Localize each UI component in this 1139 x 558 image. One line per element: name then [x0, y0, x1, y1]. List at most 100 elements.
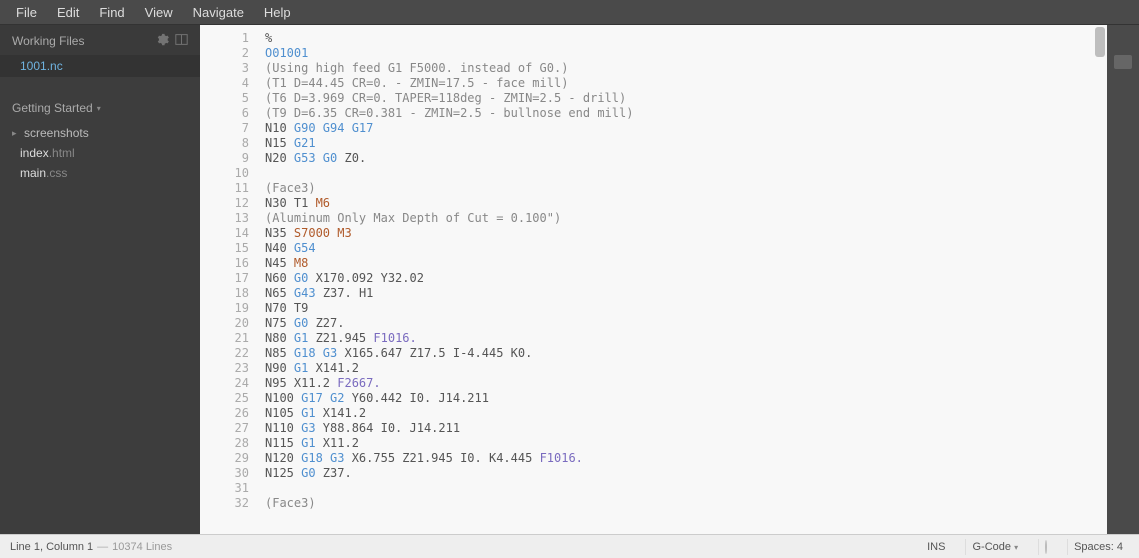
extension-gutter — [1107, 25, 1139, 534]
sidebar: Working Files 1001.nc Getting Started ▾ … — [0, 25, 200, 534]
menu-navigate[interactable]: Navigate — [183, 3, 254, 22]
menu-file[interactable]: File — [6, 3, 47, 22]
project-header[interactable]: Getting Started ▾ — [0, 91, 200, 121]
working-file-item[interactable]: 1001.nc — [0, 55, 200, 77]
menu-view[interactable]: View — [135, 3, 183, 22]
code-line[interactable]: O01001 — [265, 46, 1107, 61]
line-number: 27 — [200, 421, 249, 436]
editor[interactable]: 1234567891011121314151617181920212223242… — [200, 25, 1107, 534]
code-line[interactable]: N125 G0 Z37. — [265, 466, 1107, 481]
code-line[interactable]: N100 G17 G2 Y60.442 I0. J14.211 — [265, 391, 1107, 406]
circle-icon — [1045, 540, 1047, 554]
lint-status[interactable] — [1038, 539, 1053, 555]
working-files-header: Working Files — [0, 25, 200, 55]
code-line[interactable]: N60 G0 X170.092 Y32.02 — [265, 271, 1107, 286]
indent-mode[interactable]: Spaces: 4 — [1067, 539, 1129, 555]
line-number: 31 — [200, 481, 249, 496]
code-line[interactable] — [265, 166, 1107, 181]
code-line[interactable] — [265, 481, 1107, 496]
status-separator: — — [97, 541, 108, 553]
code-line[interactable]: (Using high feed G1 F5000. instead of G0… — [265, 61, 1107, 76]
line-number: 1 — [200, 31, 249, 46]
line-number: 10 — [200, 166, 249, 181]
line-number: 15 — [200, 241, 249, 256]
line-number: 11 — [200, 181, 249, 196]
code-line[interactable]: N95 X11.2 F2667. — [265, 376, 1107, 391]
line-number: 28 — [200, 436, 249, 451]
code-line[interactable]: N20 G53 G0 Z0. — [265, 151, 1107, 166]
folder-item[interactable]: ▸ screenshots — [0, 123, 200, 143]
line-number: 12 — [200, 196, 249, 211]
line-number: 25 — [200, 391, 249, 406]
code-line[interactable]: N85 G18 G3 X165.647 Z17.5 I-4.445 K0. — [265, 346, 1107, 361]
working-files-list: 1001.nc — [0, 55, 200, 77]
code-line[interactable]: N30 T1 M6 — [265, 196, 1107, 211]
scrollbar-thumb[interactable] — [1095, 27, 1105, 57]
gear-icon[interactable] — [156, 33, 169, 49]
line-number: 19 — [200, 301, 249, 316]
code-area[interactable]: %O01001(Using high feed G1 F5000. instea… — [255, 25, 1107, 534]
code-line[interactable]: N40 G54 — [265, 241, 1107, 256]
extension-icon[interactable] — [1114, 55, 1132, 69]
language-mode[interactable]: G-Code ▾ — [965, 539, 1024, 555]
code-line[interactable]: N10 G90 G94 G17 — [265, 121, 1107, 136]
code-line[interactable]: (Face3) — [265, 496, 1107, 511]
line-count: 10374 Lines — [112, 541, 172, 553]
code-line[interactable]: N105 G1 X141.2 — [265, 406, 1107, 421]
line-number: 14 — [200, 226, 249, 241]
line-number: 7 — [200, 121, 249, 136]
line-number: 30 — [200, 466, 249, 481]
line-number: 21 — [200, 331, 249, 346]
statusbar: Line 1, Column 1 — 10374 Lines INS G-Cod… — [0, 534, 1139, 558]
code-line[interactable]: N115 G1 X11.2 — [265, 436, 1107, 451]
menubar: FileEditFindViewNavigateHelp — [0, 0, 1139, 25]
line-number: 8 — [200, 136, 249, 151]
project-label: Getting Started — [12, 101, 93, 115]
disclosure-triangle-icon[interactable]: ▸ — [12, 128, 20, 139]
code-line[interactable]: N15 G21 — [265, 136, 1107, 151]
line-number: 18 — [200, 286, 249, 301]
menu-find[interactable]: Find — [89, 3, 134, 22]
line-number: 26 — [200, 406, 249, 421]
code-line[interactable]: (T1 D=44.45 CR=0. - ZMIN=17.5 - face mil… — [265, 76, 1107, 91]
line-number: 29 — [200, 451, 249, 466]
code-line[interactable]: (T9 D=6.35 CR=0.381 - ZMIN=2.5 - bullnos… — [265, 106, 1107, 121]
code-line[interactable]: N120 G18 G3 X6.755 Z21.945 I0. K4.445 F1… — [265, 451, 1107, 466]
code-line[interactable]: N45 M8 — [265, 256, 1107, 271]
code-line[interactable]: N110 G3 Y88.864 I0. J14.211 — [265, 421, 1107, 436]
file-name: index.html — [20, 146, 75, 160]
code-line[interactable]: N35 S7000 M3 — [265, 226, 1107, 241]
line-number: 9 — [200, 151, 249, 166]
code-line[interactable]: (Face3) — [265, 181, 1107, 196]
line-number: 17 — [200, 271, 249, 286]
line-number: 5 — [200, 91, 249, 106]
split-view-icon[interactable] — [175, 33, 188, 49]
cursor-position[interactable]: Line 1, Column 1 — [10, 541, 93, 553]
line-number: 6 — [200, 106, 249, 121]
file-item[interactable]: index.html — [0, 143, 200, 163]
line-number-gutter: 1234567891011121314151617181920212223242… — [200, 25, 255, 534]
code-line[interactable]: N70 T9 — [265, 301, 1107, 316]
line-number: 24 — [200, 376, 249, 391]
insert-mode[interactable]: INS — [921, 539, 951, 555]
line-number: 23 — [200, 361, 249, 376]
chevron-down-icon: ▾ — [97, 104, 101, 113]
code-line[interactable]: N65 G43 Z37. H1 — [265, 286, 1107, 301]
main-area: Working Files 1001.nc Getting Started ▾ … — [0, 25, 1139, 534]
code-line[interactable]: (Aluminum Only Max Depth of Cut = 0.100"… — [265, 211, 1107, 226]
code-line[interactable]: N75 G0 Z27. — [265, 316, 1107, 331]
code-line[interactable]: N80 G1 Z21.945 F1016. — [265, 331, 1107, 346]
menu-edit[interactable]: Edit — [47, 3, 89, 22]
chevron-down-icon: ▾ — [1014, 543, 1018, 552]
vertical-scrollbar[interactable] — [1093, 25, 1107, 534]
menu-help[interactable]: Help — [254, 3, 301, 22]
line-number: 32 — [200, 496, 249, 511]
code-line[interactable]: N90 G1 X141.2 — [265, 361, 1107, 376]
code-line[interactable]: % — [265, 31, 1107, 46]
folder-name: screenshots — [24, 126, 89, 140]
file-item[interactable]: main.css — [0, 163, 200, 183]
line-number: 20 — [200, 316, 249, 331]
line-number: 3 — [200, 61, 249, 76]
code-line[interactable]: (T6 D=3.969 CR=0. TAPER=118deg - ZMIN=2.… — [265, 91, 1107, 106]
file-tree: ▸ screenshots index.html main.css — [0, 121, 200, 185]
